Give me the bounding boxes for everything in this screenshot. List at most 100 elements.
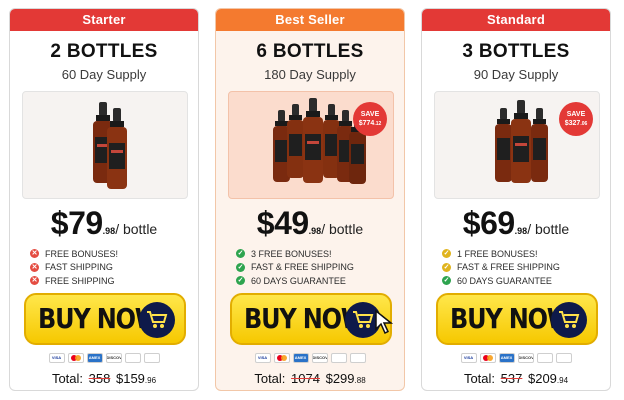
cart-icon: [551, 302, 587, 338]
x-icon: ✕: [30, 262, 39, 272]
pricing-card-best-seller: Best Seller 6 BOTTLES 180 Day Supply SAV…: [215, 8, 405, 391]
total-label: Total:: [51, 371, 84, 386]
card-title: 2 BOTTLES: [50, 41, 158, 62]
pricing-card-starter: Starter 2 BOTTLES 60 Day Supply $79.98/ …: [9, 8, 199, 391]
payment-methods: VISA AMEX DISCOVER: [10, 353, 198, 363]
price-unit: / bottle: [115, 221, 158, 237]
benefit-label: FAST & FREE SHIPPING: [251, 262, 354, 273]
mastercard-icon: [273, 353, 290, 363]
buy-now-button[interactable]: BUY NOW: [24, 293, 186, 345]
x-icon: ✕: [30, 276, 39, 286]
check-icon: ✓: [442, 249, 451, 259]
save-dollars: $327: [564, 120, 581, 127]
benefit-label: 1 FREE BONUSES!: [457, 248, 538, 259]
benefit-item: ✓ 60 DAYS GUARANTEE: [236, 274, 354, 288]
price-cents: .98: [308, 226, 322, 236]
benefit-label: 60 DAYS GUARANTEE: [251, 275, 346, 286]
card-header-best-seller: Best Seller: [216, 9, 404, 31]
card-title: 6 BOTTLES: [256, 41, 364, 62]
buy-now-button[interactable]: BUY NOW: [230, 293, 394, 345]
total-new-cents: .96: [144, 376, 157, 385]
price-cents: .98: [102, 226, 116, 236]
price-cents: .98: [514, 226, 528, 236]
payment-methods: VISA AMEX DISCOVER: [422, 353, 610, 363]
mastercard-icon: [67, 353, 84, 363]
price-unit: / bottle: [321, 221, 364, 237]
total-new-cents: .94: [556, 376, 569, 385]
benefit-item: ✕ FREE BONUSES!: [30, 247, 118, 261]
amex-icon: AMEX: [498, 353, 515, 363]
card-supply: 60 Day Supply: [61, 67, 147, 82]
benefit-item: ✓ FAST & FREE SHIPPING: [442, 261, 560, 275]
benefit-label: FREE SHIPPING: [45, 275, 115, 286]
benefit-label: 60 DAYS GUARANTEE: [457, 275, 552, 286]
total-new-dollars: $299: [325, 371, 355, 386]
check-icon: ✓: [236, 249, 245, 259]
benefit-item: ✓ FAST & FREE SHIPPING: [236, 261, 354, 275]
price-dollars: $49: [256, 205, 309, 241]
buy-now-button[interactable]: BUY NOW: [436, 293, 598, 345]
x-icon: ✕: [30, 249, 39, 259]
total-label: Total:: [463, 371, 496, 386]
payment-card-icon: [143, 353, 160, 363]
save-badge: SAVE $327.06: [559, 102, 593, 136]
benefit-item: ✓ 60 DAYS GUARANTEE: [442, 274, 560, 288]
benefit-item: ✓ 1 FREE BONUSES!: [442, 247, 560, 261]
price-dollars: $69: [462, 205, 515, 241]
total-new-price: $159.96: [116, 371, 156, 386]
benefit-label: 3 FREE BONUSES!: [251, 248, 332, 259]
price: $49.98/ bottle: [216, 205, 404, 242]
bottles-image: [93, 102, 127, 189]
total-label: Total:: [254, 371, 286, 386]
price-unit: / bottle: [527, 221, 570, 237]
total-new-dollars: $209: [527, 371, 557, 386]
save-amount: $327.06: [559, 120, 593, 127]
payment-card-icon: [330, 353, 347, 363]
benefits-list: ✓ 1 FREE BONUSES! ✓ FAST & FREE SHIPPING ✓…: [442, 247, 560, 288]
price: $69.98/ bottle: [422, 205, 610, 242]
total-new-dollars: $159: [115, 371, 145, 386]
check-icon: ✓: [442, 262, 451, 272]
mastercard-icon: [479, 353, 496, 363]
product-image: SAVE $774.12: [228, 91, 394, 199]
price-dollars: $79: [50, 205, 103, 241]
price: $79.98/ bottle: [10, 205, 198, 242]
payment-card-icon: [555, 353, 572, 363]
total-old-price: 537: [500, 371, 523, 386]
pricing-card-standard: Standard 3 BOTTLES 90 Day Supply SAVE $3…: [421, 8, 611, 391]
save-cents: .06: [580, 121, 588, 127]
product-image: [22, 91, 188, 199]
total-price: Total: 1074 $299.88: [216, 371, 404, 386]
save-label: SAVE: [360, 111, 380, 118]
total-price: Total: 537 $209.94: [422, 371, 610, 386]
cursor-icon: [375, 309, 394, 335]
benefits-list: ✕ FREE BONUSES! ✕ FAST SHIPPING ✕ FREE SHIP…: [30, 247, 118, 288]
check-icon: ✓: [236, 276, 245, 286]
total-old-price: 1074: [291, 371, 320, 386]
cart-icon: [139, 302, 175, 338]
check-icon: ✓: [236, 262, 245, 272]
save-amount: $774.12: [353, 120, 387, 127]
payment-methods: VISA AMEX DISCOVER: [216, 353, 404, 363]
check-icon: ✓: [442, 276, 451, 286]
product-image: SAVE $327.06: [434, 91, 600, 199]
benefit-item: ✕ FREE SHIPPING: [30, 274, 118, 288]
card-title: 3 BOTTLES: [462, 41, 570, 62]
benefit-item: ✓ 3 FREE BONUSES!: [236, 247, 354, 261]
total-old-price: 358: [88, 371, 111, 386]
payment-card-icon: [349, 353, 366, 363]
discover-icon: DISCOVER: [105, 353, 122, 363]
save-cents: .12: [374, 121, 382, 127]
save-dollars: $774: [358, 120, 375, 127]
benefits-list: ✓ 3 FREE BONUSES! ✓ FAST & FREE SHIPPING ✓…: [236, 247, 354, 288]
card-supply: 180 Day Supply: [264, 67, 356, 82]
benefit-label: FREE BONUSES!: [45, 248, 119, 259]
total-new-price: $299.88: [326, 371, 366, 386]
payment-card-icon: [124, 353, 141, 363]
card-supply: 90 Day Supply: [473, 67, 559, 82]
save-badge: SAVE $774.12: [353, 102, 387, 136]
discover-icon: DISCOVER: [311, 353, 328, 363]
visa-icon: VISA: [460, 353, 477, 363]
visa-icon: VISA: [48, 353, 65, 363]
card-header-starter: Starter: [10, 9, 198, 31]
